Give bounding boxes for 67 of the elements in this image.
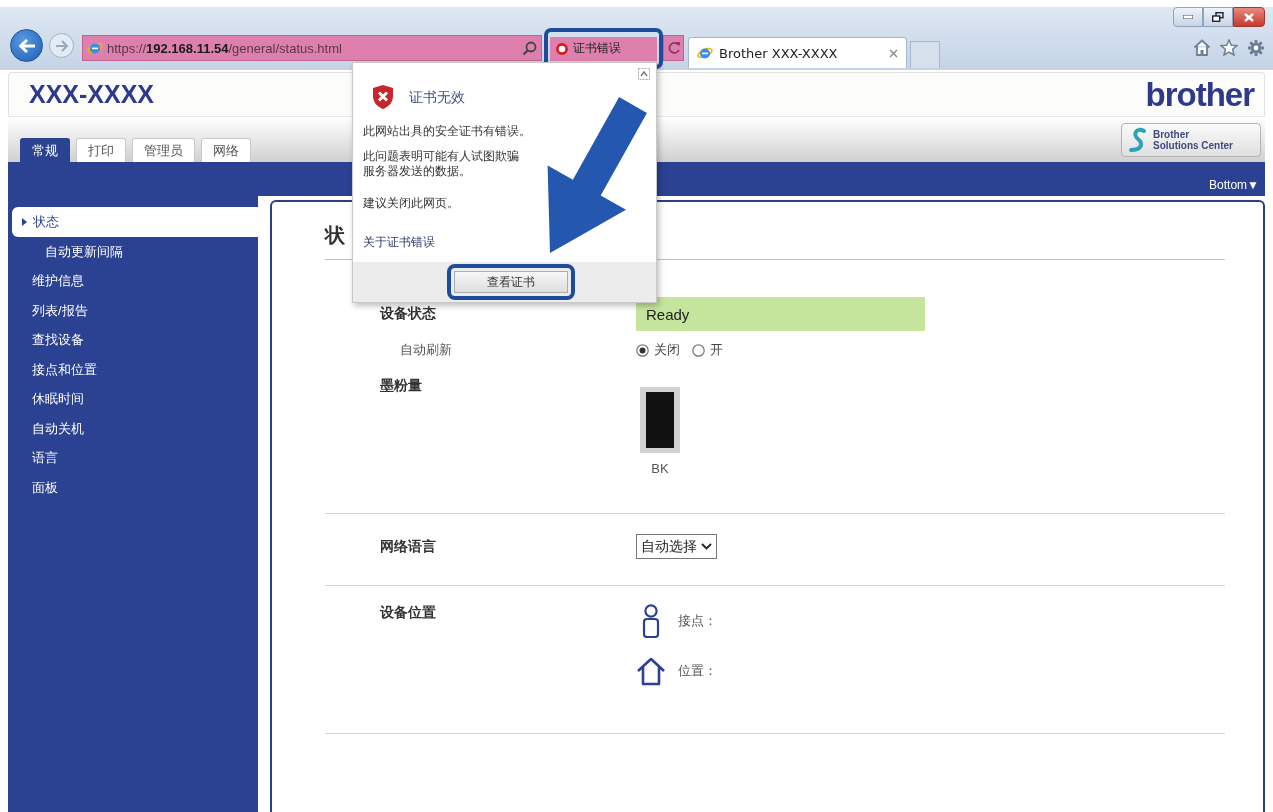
radio-button[interactable] <box>692 343 705 357</box>
refresh-button[interactable] <box>663 35 684 61</box>
radio-button[interactable] <box>636 343 649 357</box>
sidebar-item[interactable]: 列表/报告 <box>8 296 258 326</box>
s-curve-icon <box>1128 126 1148 153</box>
status-field: Ready <box>636 297 925 331</box>
restore-icon <box>1212 12 1224 22</box>
sidebar-item[interactable]: 自动关机 <box>8 414 258 444</box>
nav-tab[interactable]: 打印 <box>76 138 126 162</box>
toner-color-label: BK <box>651 461 669 477</box>
sidebar-item[interactable]: 休眠时间 <box>8 384 258 414</box>
view-certificate-button[interactable]: 查看证书 <box>454 271 568 293</box>
bottom-link[interactable]: Bottom▼ <box>1209 178 1259 192</box>
url-field[interactable]: https://192.168.11.54/general/status.html <box>107 40 518 56</box>
field-label: 自动刷新 <box>399 341 452 359</box>
home-icon[interactable] <box>1193 39 1211 56</box>
sidebar-item[interactable]: 查找设备 <box>8 325 258 355</box>
nav-tab[interactable]: 管理员 <box>132 138 195 162</box>
house-icon <box>636 656 666 686</box>
restore-button[interactable] <box>1203 7 1233 27</box>
back-button[interactable] <box>10 29 43 62</box>
sidebar-item[interactable]: 维护信息 <box>8 266 258 296</box>
star-icon[interactable] <box>1220 39 1238 56</box>
field-label: 设备位置 <box>380 604 436 622</box>
close-icon <box>1244 12 1254 22</box>
close-icon[interactable] <box>889 48 898 58</box>
gear-icon[interactable] <box>1247 39 1265 57</box>
popup-message: 此网站出具的安全证书有错误。 <box>363 124 532 139</box>
location-label: 位置： <box>678 662 717 680</box>
caret-down-icon <box>701 543 712 550</box>
nav-tab[interactable]: 网络 <box>201 138 251 162</box>
collapse-icon[interactable] <box>638 68 650 80</box>
browser-icon <box>87 40 103 56</box>
nav-tab[interactable]: 常规 <box>20 138 70 162</box>
page-heading: 状 <box>325 223 345 248</box>
field-label: 设备状态 <box>380 305 436 323</box>
browser-tab[interactable]: Brother XXX-XXXX <box>688 37 907 68</box>
sidebar-item[interactable]: 语言 <box>8 443 258 473</box>
radio-label[interactable]: 关闭 <box>654 341 680 359</box>
refresh-icon <box>666 41 681 55</box>
ring-icon <box>556 42 568 55</box>
arrow-left-icon <box>17 37 36 54</box>
solutions-center-button[interactable]: Brother Solutions Center <box>1121 122 1261 157</box>
person-icon <box>641 604 661 638</box>
radio-label[interactable]: 开 <box>710 341 723 359</box>
popup-advice: 建议关闭此网页。 <box>363 196 460 211</box>
language-select[interactable]: 自动选择 <box>636 534 717 559</box>
triangle-right-icon <box>22 218 27 226</box>
sidebar-item[interactable]: 自动更新间隔 <box>8 237 258 267</box>
browser-icon <box>697 45 713 61</box>
field-label: 墨粉量 <box>380 377 422 395</box>
sidebar-item[interactable]: 状态 <box>12 207 258 237</box>
sidebar-item[interactable]: 接点和位置 <box>8 355 258 385</box>
minimize-icon <box>1183 15 1193 19</box>
popup-title: 证书无效 <box>409 89 465 105</box>
close-button[interactable] <box>1233 7 1265 27</box>
location-label: 接点： <box>678 612 717 630</box>
certificate-error-link[interactable]: 关于证书错误 <box>363 235 435 250</box>
certificate-error-button[interactable]: 证书错误 <box>550 36 657 61</box>
shield-error-icon <box>371 84 395 110</box>
model-title: XXX-XXXX <box>29 80 155 109</box>
popup-detail: 此问题表明可能有人试图欺骗 服务器发送的数据。 <box>363 149 520 179</box>
brand-logo: brother <box>1145 75 1254 114</box>
sidebar-item[interactable]: 面板 <box>8 473 258 503</box>
arrow-right-icon <box>55 39 68 52</box>
field-label: 网络语言 <box>380 537 436 556</box>
search-icon[interactable] <box>522 40 537 56</box>
